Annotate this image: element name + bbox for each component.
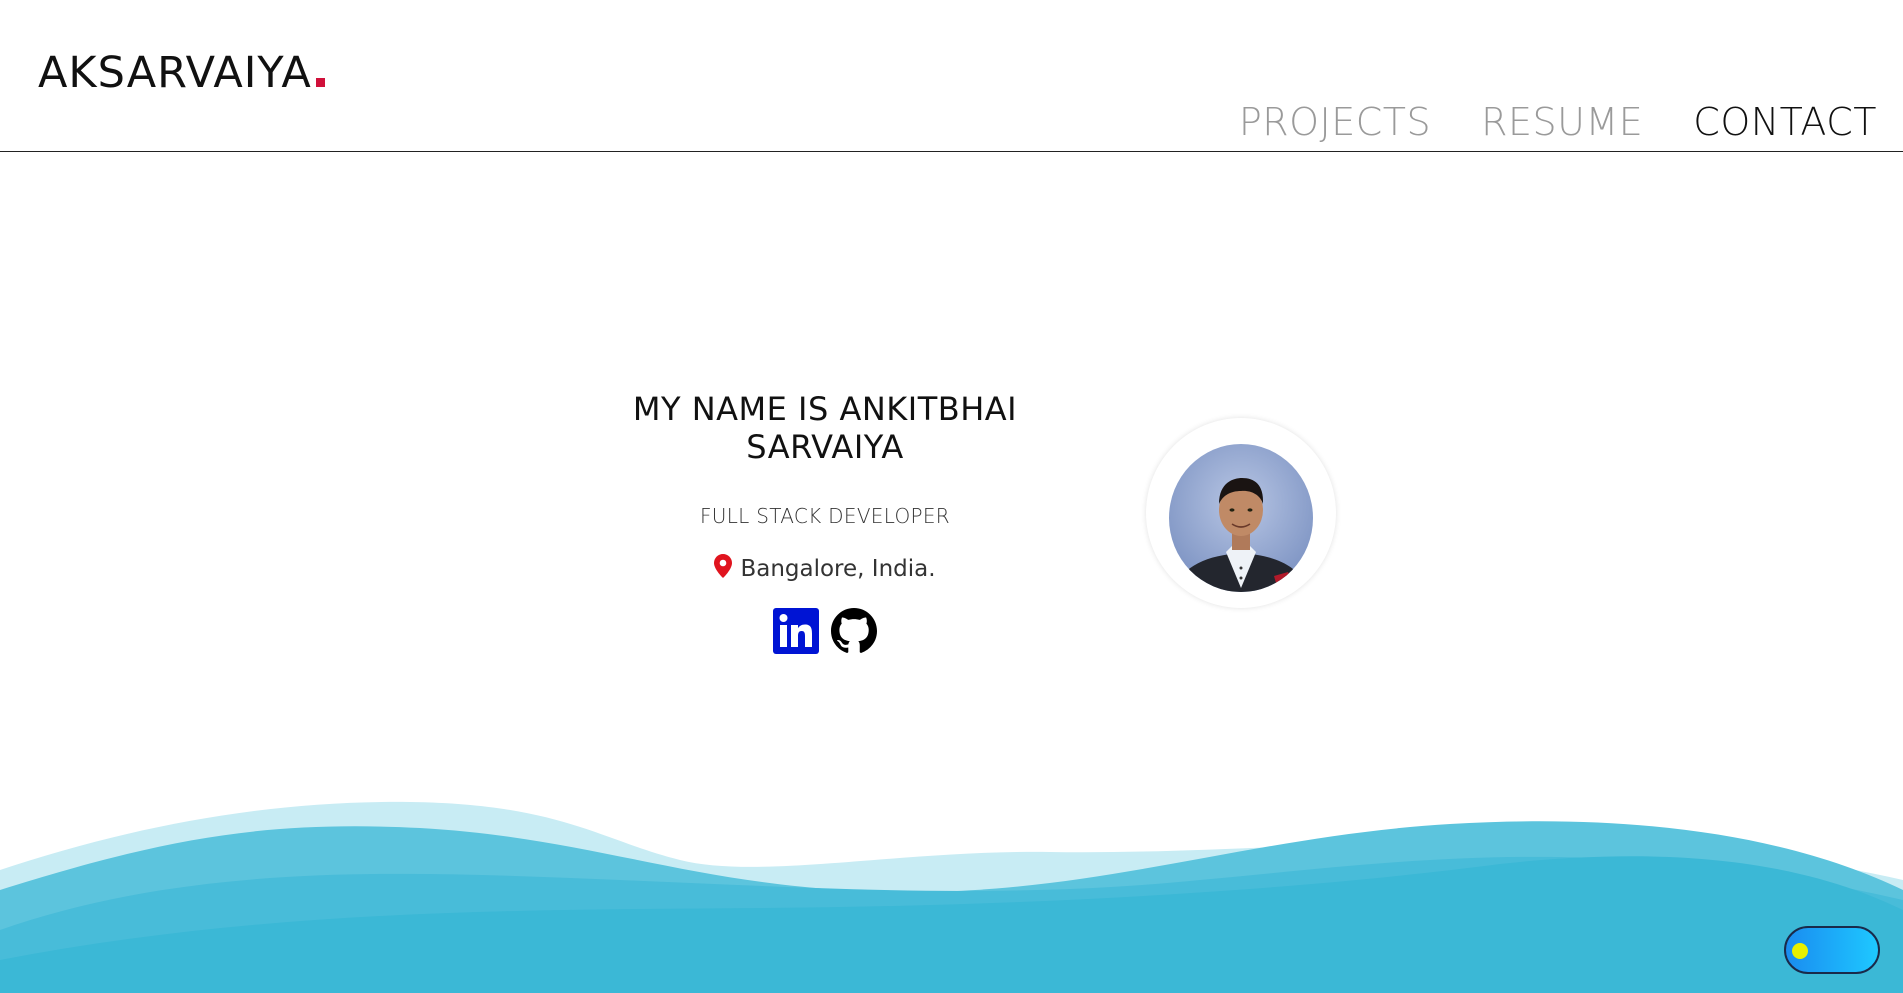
hero-section: MY NAME IS ANKITBHAI SARVAIYA FULL STACK… <box>560 390 1090 654</box>
github-icon[interactable] <box>831 608 877 654</box>
page: AKSARVAIYA PROJECTS RESUME CONTACT MY NA… <box>0 0 1903 993</box>
social-links <box>560 608 1090 654</box>
nav-projects[interactable]: PROJECTS <box>1239 100 1431 144</box>
linkedin-icon[interactable] <box>773 608 819 654</box>
toggle-knob <box>1792 943 1808 959</box>
location-text: Bangalore, India. <box>740 556 936 582</box>
main-nav: PROJECTS RESUME CONTACT <box>1239 100 1877 144</box>
avatar <box>1146 418 1336 608</box>
map-pin-icon <box>714 554 733 584</box>
profile-photo <box>1169 444 1313 592</box>
footer-waves <box>0 801 1903 993</box>
nav-contact[interactable]: CONTACT <box>1693 100 1877 144</box>
theme-toggle[interactable] <box>1784 926 1880 974</box>
logo-text: AKSARVAIYA <box>38 48 312 98</box>
site-header: AKSARVAIYA PROJECTS RESUME CONTACT <box>0 0 1903 152</box>
nav-resume[interactable]: RESUME <box>1481 100 1643 144</box>
hero-role: FULL STACK DEVELOPER <box>699 504 951 528</box>
hero-title: MY NAME IS ANKITBHAI SARVAIYA <box>632 390 1018 466</box>
logo-dot <box>315 78 325 87</box>
site-logo[interactable]: AKSARVAIYA <box>38 48 325 98</box>
hero-location: Bangalore, India. <box>560 554 1090 584</box>
